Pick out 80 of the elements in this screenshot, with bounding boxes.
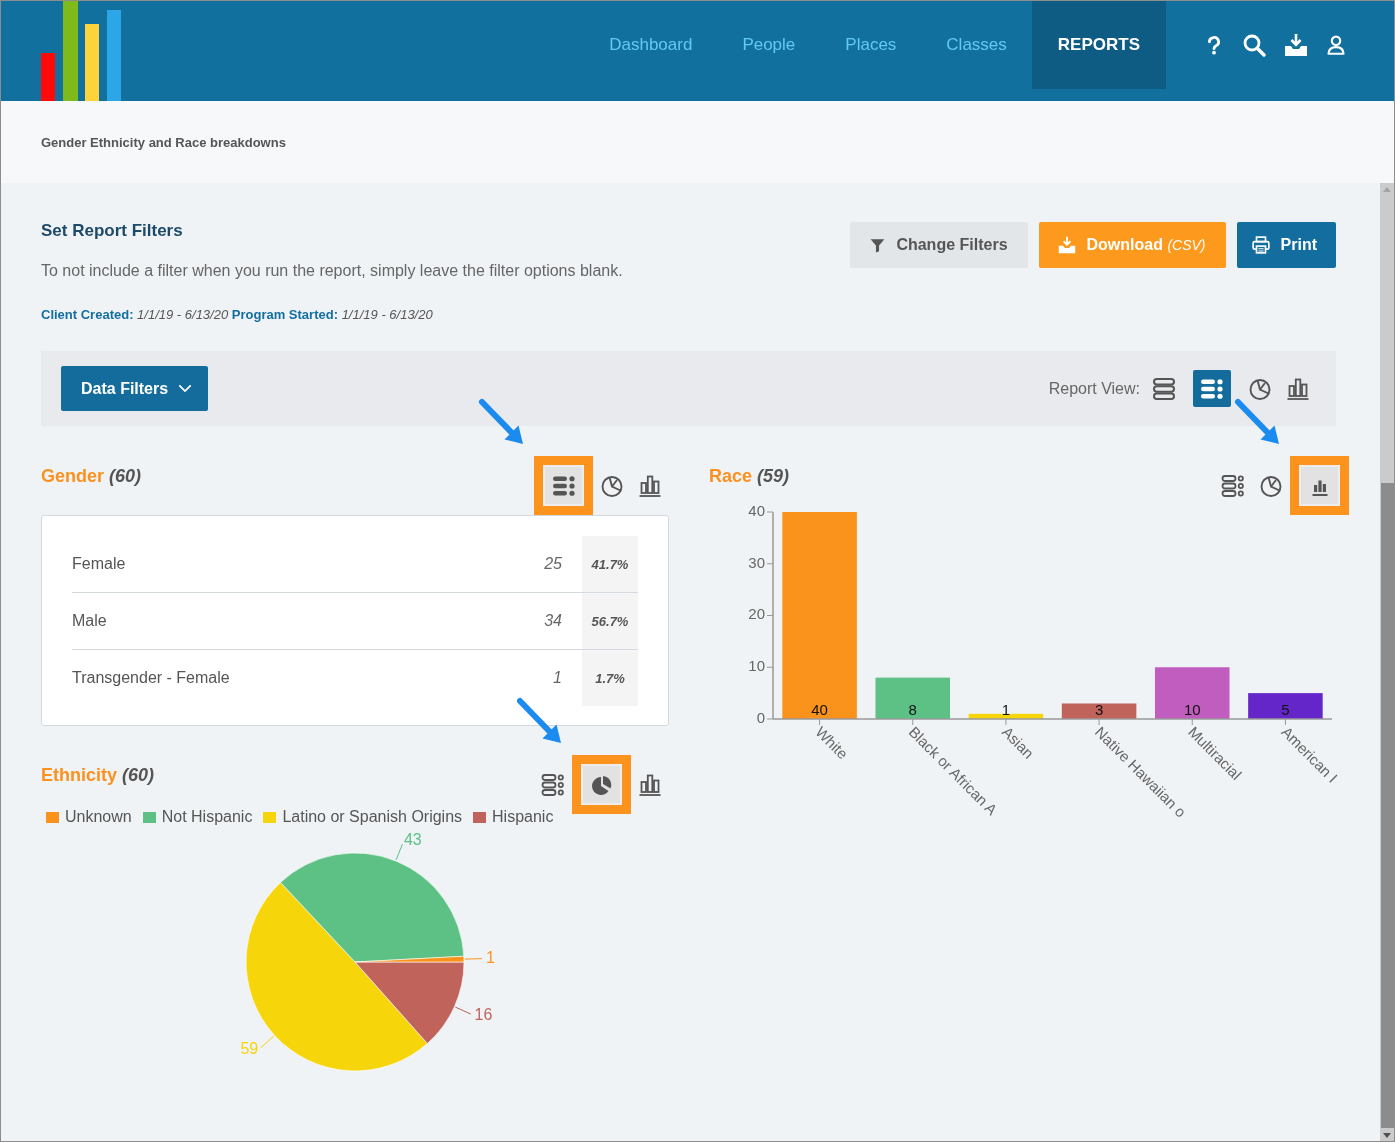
- nav-link[interactable]: Places: [820, 1, 922, 89]
- pie-slice[interactable]: [354, 961, 465, 1044]
- nav-link[interactable]: People: [717, 1, 821, 89]
- percent-cell: 41.7%: [582, 536, 638, 592]
- pie-view-button[interactable]: [572, 755, 631, 814]
- axis-tick-label: 20: [748, 605, 765, 623]
- panel-title: Race (59): [709, 465, 790, 488]
- printer-icon: [1251, 236, 1270, 254]
- axis-tick-label: 0: [756, 708, 765, 726]
- percent-cell: 56.7%: [582, 593, 638, 649]
- nav-link[interactable]: Dashboard: [584, 1, 718, 89]
- pie-chart-icon: [1259, 473, 1283, 498]
- leader-line: [464, 958, 483, 960]
- slice-value-label: 16: [474, 1005, 493, 1023]
- chevron-down-icon: [178, 384, 193, 393]
- user-icon[interactable]: [1326, 33, 1346, 57]
- pie-chart-icon: [1248, 376, 1272, 401]
- bar-value-label: 3: [1094, 701, 1104, 718]
- count-cell-text: 34: [544, 612, 563, 630]
- legend-label[interactable]: Hispanic: [492, 808, 554, 826]
- slice-value-label: 59: [240, 1040, 259, 1058]
- legend-label[interactable]: Not Hispanic: [161, 808, 253, 826]
- bar-value-label: 10: [1183, 701, 1201, 718]
- pointer-arrow: [516, 697, 562, 745]
- slice-value-label: 43: [403, 830, 422, 848]
- data-filters-button[interactable]: Data Filters: [61, 366, 209, 411]
- search-icon[interactable]: [1242, 33, 1266, 57]
- leader-line: [454, 1006, 472, 1015]
- category-cell-text: Transgender - Female: [72, 669, 231, 687]
- list-view-button[interactable]: [534, 456, 593, 515]
- count-cell-text: 25: [544, 555, 563, 573]
- bar[interactable]: [1248, 693, 1323, 719]
- category-cell-text: Male: [72, 612, 108, 630]
- slice-value-label: 1: [485, 948, 495, 966]
- list-view-icon: [1221, 473, 1245, 498]
- list-view-button[interactable]: [1193, 370, 1231, 407]
- count-cell-text: 1: [553, 669, 563, 687]
- bar-chart-logo[interactable]: [41, 1, 121, 101]
- bar-value-label: 8: [908, 701, 917, 718]
- bar-value-label: 40: [811, 701, 828, 718]
- bar-view-button[interactable]: [1290, 456, 1349, 515]
- bar-chart-icon: [1286, 376, 1310, 401]
- panel-title: Gender (60): [41, 465, 142, 488]
- legend-label[interactable]: Latino or Spanish Origins: [282, 808, 463, 826]
- pointer-arrow: [478, 398, 524, 446]
- section-description: To not include a filter when you run the report, simply leave the filter options blank.: [41, 261, 623, 280]
- nav-link[interactable]: REPORTS: [1031, 1, 1166, 89]
- report-view-label: Report View:: [1048, 379, 1140, 398]
- filter-icon: [870, 237, 886, 253]
- panel-title: Ethnicity (60): [41, 764, 155, 787]
- list-view-icon: [551, 473, 576, 498]
- download-icon[interactable]: [1284, 33, 1308, 57]
- bar-value-label: 5: [1281, 701, 1290, 718]
- category-cell-text: Female: [72, 555, 127, 573]
- axis-tick-label: 10: [748, 657, 765, 675]
- nav-link[interactable]: Classes: [921, 1, 1032, 89]
- legend-label[interactable]: Unknown: [65, 808, 132, 826]
- page-title: Gender Ethnicity and Race breakdowns: [41, 134, 286, 150]
- scroll-down-icon[interactable]: [1383, 1133, 1391, 1138]
- axis-tick-label: 40: [748, 505, 765, 519]
- scrollbar[interactable]: [1380, 183, 1394, 1141]
- section-title: Set Report Filters: [41, 220, 184, 242]
- download-icon: [1057, 236, 1076, 254]
- stacked-rows-icon: [1152, 376, 1176, 401]
- filter-summary: Client Created: 1/1/19 - 6/13/20 Program Started: 1/1/19 - 6/13/20: [41, 307, 434, 323]
- bar[interactable]: [1061, 703, 1137, 719]
- axis-tick-label: 30: [748, 553, 765, 571]
- bar-chart-icon: [638, 473, 662, 498]
- pie-chart-icon: [600, 473, 624, 498]
- bar-value-label: 1: [1001, 701, 1011, 718]
- bar-chart-icon: [638, 772, 662, 797]
- percent-cell: 1.7%: [582, 650, 638, 706]
- leader-line: [395, 843, 403, 861]
- list-view-icon: [1200, 376, 1224, 401]
- leader-line: [260, 1035, 275, 1049]
- change-filters-button[interactable]: Change Filters: [850, 222, 1028, 268]
- list-view-icon: [541, 772, 565, 797]
- pointer-arrow: [1234, 398, 1280, 446]
- print-button[interactable]: Print: [1236, 222, 1336, 268]
- scrollbar-thumb[interactable]: [1380, 483, 1394, 1128]
